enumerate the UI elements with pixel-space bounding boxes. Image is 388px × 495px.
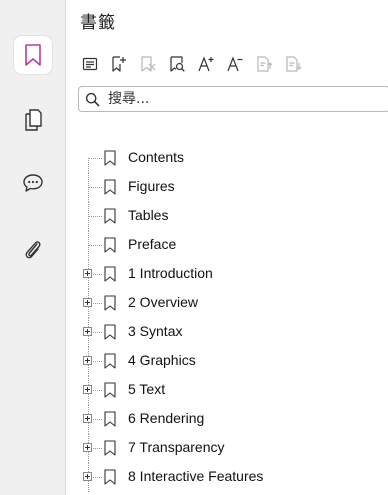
find-bookmark-button[interactable] — [165, 52, 189, 76]
increase-font-icon — [198, 56, 214, 72]
search-input[interactable] — [106, 90, 370, 108]
bookmark-item[interactable]: Tables — [66, 202, 388, 231]
bookmark-item[interactable]: Preface — [66, 231, 388, 260]
bookmark-icon — [104, 179, 116, 195]
bookmark-item[interactable]: 2 Overview — [66, 289, 388, 318]
expand-toggle[interactable] — [83, 385, 92, 394]
tree-line — [88, 158, 89, 173]
bookmarks-panel: 書籤 搜尋... Contents Figures Tables Preface… — [66, 0, 388, 495]
move-up-icon — [257, 56, 273, 72]
tree-connector — [88, 216, 102, 217]
add-bookmark-button[interactable] — [107, 52, 131, 76]
bookmark-label[interactable]: Figures — [128, 178, 175, 194]
move-up-button[interactable] — [252, 52, 276, 76]
bookmark-item[interactable]: 7 Transparency — [66, 434, 388, 463]
bookmark-icon — [104, 382, 116, 398]
bookmark-item[interactable]: 4 Graphics — [66, 347, 388, 376]
bookmark-icon — [104, 150, 116, 166]
bookmarks-toolbar — [78, 52, 310, 76]
attachments-tab[interactable] — [14, 230, 52, 268]
bookmark-label[interactable]: 2 Overview — [128, 294, 198, 310]
bookmark-icon — [104, 237, 116, 253]
expand-all-button[interactable] — [78, 52, 102, 76]
paperclip-icon — [25, 241, 41, 259]
bookmark-tree: Contents Figures Tables Preface 1 Introducti… — [66, 144, 388, 492]
move-down-button[interactable] — [281, 52, 305, 76]
bookmark-icon — [104, 208, 116, 224]
pages-icon — [25, 109, 42, 131]
tree-connector — [88, 158, 102, 159]
expand-toggle[interactable] — [83, 414, 92, 423]
bookmark-item[interactable]: 6 Rendering — [66, 405, 388, 434]
expand-toggle[interactable] — [83, 269, 92, 278]
bookmark-item[interactable]: 8 Interactive Features — [66, 463, 388, 492]
bookmark-item[interactable]: 5 Text — [66, 376, 388, 405]
delete-bookmark-button[interactable] — [136, 52, 160, 76]
pages-tab[interactable] — [14, 100, 52, 138]
bookmark-search — [78, 86, 388, 112]
bookmark-label[interactable]: Preface — [128, 236, 176, 252]
bookmark-icon — [104, 469, 116, 485]
search-icon — [85, 92, 100, 106]
comments-tab[interactable] — [14, 164, 52, 202]
panel-title: 書籤 — [80, 13, 116, 33]
expand-toggle[interactable] — [83, 443, 92, 452]
bookmark-icon — [104, 266, 116, 282]
bookmark-item[interactable]: 1 Introduction — [66, 260, 388, 289]
bookmark-item[interactable]: Figures — [66, 173, 388, 202]
find-bookmark-icon — [170, 56, 185, 72]
decrease-font-icon — [227, 56, 243, 72]
tree-connector — [88, 187, 102, 188]
bookmark-label[interactable]: Tables — [128, 207, 168, 223]
sidebar-rail — [0, 0, 66, 495]
add-bookmark-icon — [112, 56, 126, 72]
bookmark-label[interactable]: Contents — [128, 149, 184, 165]
expand-toggle[interactable] — [83, 298, 92, 307]
tree-connector — [88, 245, 102, 246]
bookmark-icon — [104, 411, 116, 427]
expand-toggle[interactable] — [83, 356, 92, 365]
decrease-font-button[interactable] — [223, 52, 247, 76]
bookmarks-tab[interactable] — [14, 36, 52, 74]
bookmark-label[interactable]: 4 Graphics — [128, 352, 196, 368]
expand-toggle[interactable] — [83, 327, 92, 336]
bookmark-item[interactable]: 3 Syntax — [66, 318, 388, 347]
bookmark-icon — [104, 353, 116, 369]
bookmark-icon — [104, 440, 116, 456]
bookmark-label[interactable]: 7 Transparency — [128, 439, 225, 455]
increase-font-button[interactable] — [194, 52, 218, 76]
expand-toggle[interactable] — [83, 472, 92, 481]
bookmark-icon — [25, 44, 41, 66]
bookmark-icon — [104, 295, 116, 311]
bookmark-label[interactable]: 1 Introduction — [128, 265, 213, 281]
bookmark-label[interactable]: 6 Rendering — [128, 410, 204, 426]
delete-bookmark-icon — [141, 56, 156, 72]
bookmark-item[interactable]: Contents — [66, 144, 388, 173]
bookmark-label[interactable]: 5 Text — [128, 381, 165, 397]
move-down-icon — [286, 56, 302, 72]
expand-all-icon — [82, 57, 98, 71]
bookmark-label[interactable]: 8 Interactive Features — [128, 468, 263, 484]
comment-icon — [23, 174, 43, 192]
bookmark-label[interactable]: 3 Syntax — [128, 323, 182, 339]
bookmark-icon — [104, 324, 116, 340]
